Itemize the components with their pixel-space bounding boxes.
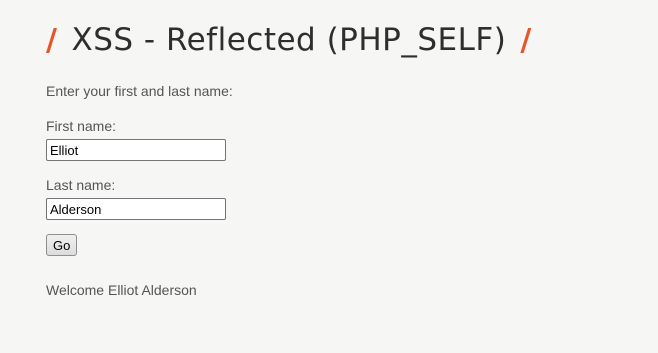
page-title: / XSS - Reflected (PHP_SELF) / — [46, 12, 532, 68]
last-name-label: Last name: — [46, 177, 116, 193]
title-slash-left: / — [46, 22, 58, 58]
form-intro-text: Enter your first and last name: — [46, 83, 233, 99]
welcome-message: Welcome Elliot Alderson — [46, 282, 197, 298]
page-title-text: XSS - Reflected (PHP_SELF) — [71, 22, 507, 58]
title-slash-right: / — [520, 22, 532, 58]
page: / XSS - Reflected (PHP_SELF) / Enter you… — [0, 0, 658, 353]
first-name-input[interactable] — [46, 139, 226, 161]
go-button[interactable]: Go — [46, 234, 78, 256]
first-name-label: First name: — [46, 118, 117, 134]
last-name-input[interactable] — [46, 198, 226, 220]
